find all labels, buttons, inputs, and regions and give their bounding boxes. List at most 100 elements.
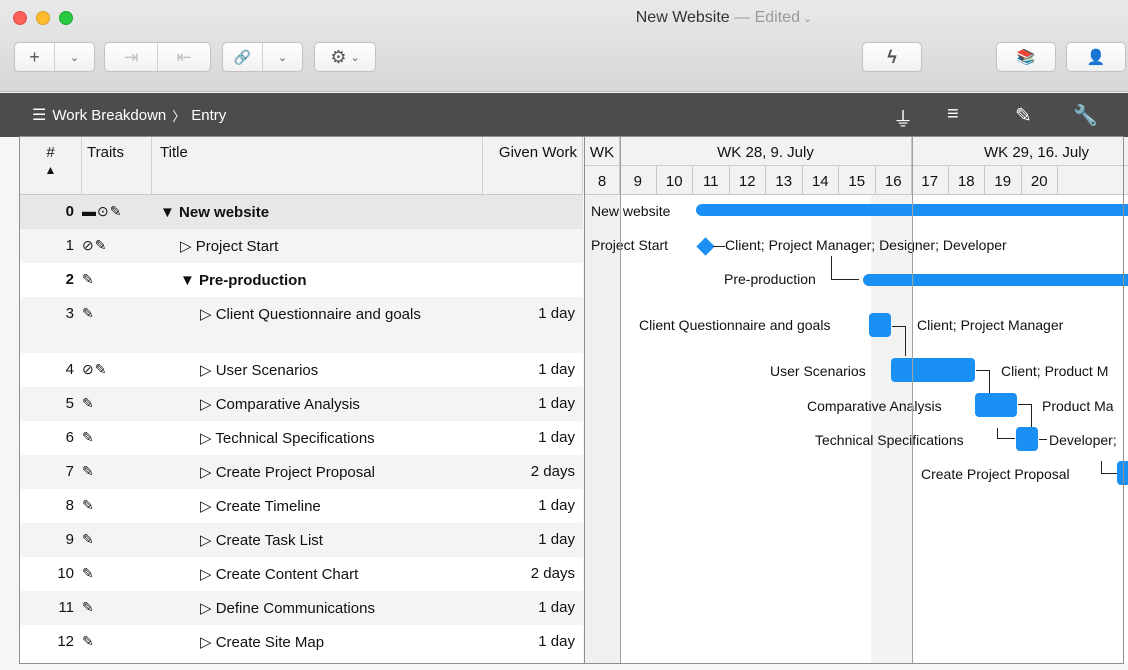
table-row[interactable]: 11 ✎ ▷ Define Communications 1 day (20, 591, 583, 625)
gantt-timeline-header: WK WK 28, 9. July WK 29, 16. July 8 9 10 11… (585, 137, 1128, 195)
add-icon[interactable]: + (15, 43, 54, 71)
row-given-work: 1 day (538, 361, 575, 378)
row-traits: ✎ (82, 305, 95, 321)
table-row[interactable]: 0 ▬⊙✎ ▼ New website (20, 195, 583, 229)
table-row[interactable]: 10 ✎ ▷ Create Content Chart 2 days (20, 557, 583, 591)
task-bar-technical-specifications[interactable] (1016, 427, 1038, 451)
filter-icon[interactable]: ⏚ (893, 103, 913, 132)
column-header-title[interactable]: Title (152, 137, 483, 195)
table-row[interactable]: 8 ✎ ▷ Create Timeline 1 day (20, 489, 583, 523)
row-traits: ⊘✎ (82, 237, 108, 253)
day-header: 8 (585, 166, 620, 195)
wrench-icon[interactable]: 🔧 (1073, 103, 1098, 128)
day-header: 20 (1022, 166, 1058, 195)
link-button-group[interactable]: 🔗 ⌄ (222, 42, 303, 72)
gantt-body[interactable]: New website Project Start Client; Projec… (585, 195, 1128, 663)
task-bar-create-project-proposal[interactable] (1117, 461, 1128, 485)
row-title[interactable]: ▷ Create Site Map (160, 633, 470, 653)
gantt-label-create-project-proposal: Create Project Proposal (921, 466, 1070, 482)
gantt-label-user-scenarios: User Scenarios (770, 363, 866, 379)
summary-bar-pre-production[interactable] (863, 274, 1128, 286)
breadcrumb: ☰ Work Breakdown 〉 Entry (32, 105, 226, 125)
lightning-button[interactable]: ϟ (862, 42, 922, 72)
library-button[interactable]: 📚 (996, 42, 1056, 72)
column-header-traits[interactable]: Traits (82, 137, 152, 195)
table-row[interactable]: 9 ✎ ▷ Create Task List 1 day (20, 523, 583, 557)
row-title[interactable]: ▼ Pre-production (160, 271, 470, 291)
chevron-down-icon[interactable]: ⌄ (262, 43, 302, 71)
task-bar-user-scenarios[interactable] (891, 358, 975, 382)
row-traits: ✎ (82, 497, 95, 513)
gantt-icon[interactable]: ≡ (947, 103, 959, 126)
row-title[interactable]: ▷ Client Questionnaire and goals (160, 305, 470, 325)
action-menu-button[interactable]: ⚙ ⌄ (314, 42, 376, 72)
row-number: 6 (65, 429, 74, 446)
row-traits: ✎ (82, 271, 95, 287)
brush-icon[interactable]: ✎ (1015, 103, 1032, 128)
row-number: 5 (65, 395, 74, 412)
row-traits: ✎ (82, 599, 95, 615)
view-header: ☰ Work Breakdown 〉 Entry ⏚ ≡ ✎ 🔧 (0, 93, 1128, 137)
dependency-link (831, 256, 859, 280)
row-given-work: 1 day (538, 633, 575, 650)
row-traits: ✎ (82, 463, 95, 479)
table-row[interactable]: 7 ✎ ▷ Create Project Proposal 2 days (20, 455, 583, 489)
table-row[interactable]: 3 ✎ ▷ Client Questionnaire and goals 1 day (20, 297, 583, 353)
weekend-shade (585, 195, 620, 663)
table-row[interactable]: 2 ✎ ▼ Pre-production (20, 263, 583, 297)
row-given-work: 1 day (538, 395, 575, 412)
indent-icon[interactable]: ⇥ (105, 43, 157, 71)
user-icon: 👤 (1086, 49, 1106, 66)
row-title[interactable]: ▷ Create Task List (160, 531, 470, 551)
row-title[interactable]: ▷ Comparative Analysis (160, 395, 470, 415)
dependency-link (1101, 461, 1117, 474)
breadcrumb-entry[interactable]: Entry (191, 107, 226, 124)
row-traits: ⊘✎ (82, 361, 108, 377)
row-given-work: 1 day (538, 429, 575, 446)
table-row[interactable]: 5 ✎ ▷ Comparative Analysis 1 day (20, 387, 583, 421)
row-given-work: 2 days (530, 565, 575, 582)
row-title[interactable]: ▷ Define Communications (160, 599, 470, 619)
resources-button[interactable]: 👤 (1066, 42, 1126, 72)
row-traits: ▬⊙✎ (82, 203, 123, 219)
gantt-label-comparative-analysis: Comparative Analysis (807, 398, 942, 414)
dependency-link (997, 428, 1015, 439)
milestone-project-start[interactable] (696, 237, 715, 256)
row-given-work: 1 day (538, 305, 575, 322)
breadcrumb-work-breakdown[interactable]: Work Breakdown (52, 107, 166, 124)
row-title[interactable]: ▼ New website (160, 203, 470, 223)
task-bar-client-questionnaire[interactable] (869, 313, 891, 337)
row-number: 8 (65, 497, 74, 514)
row-title[interactable]: ▷ Create Timeline (160, 497, 470, 517)
add-task-button-group[interactable]: + ⌄ (14, 42, 95, 72)
indent-button-group[interactable]: ⇥ ⇤ (104, 42, 211, 72)
outdent-icon[interactable]: ⇤ (157, 43, 210, 71)
window-title[interactable]: New Website — Edited ⌄ (0, 9, 1128, 27)
chevron-down-icon: ⌄ (799, 13, 813, 25)
row-title[interactable]: ▷ Create Project Proposal (160, 463, 470, 483)
table-row[interactable]: 6 ✎ ▷ Technical Specifications 1 day (20, 421, 583, 455)
link-icon[interactable]: 🔗 (223, 43, 262, 71)
column-header-number[interactable]: # ▲ (20, 137, 82, 195)
gantt-resources-technical-specifications: Developer; (1049, 432, 1117, 448)
row-title[interactable]: ▷ Project Start (160, 237, 470, 257)
table-row[interactable]: 1 ⊘✎ ▷ Project Start (20, 229, 583, 263)
row-title[interactable]: ▷ User Scenarios (160, 361, 470, 381)
today-line (620, 137, 621, 663)
row-number: 3 (65, 305, 74, 322)
row-title[interactable]: ▷ Create Content Chart (160, 565, 470, 585)
week-divider (912, 137, 913, 663)
table-row[interactable]: 4 ⊘✎ ▷ User Scenarios 1 day (20, 353, 583, 387)
row-number: 4 (65, 361, 74, 378)
chevron-down-icon: ⌄ (350, 51, 360, 64)
column-header-given-work[interactable]: Given Work (483, 137, 583, 195)
row-title[interactable]: ▷ Technical Specifications (160, 429, 470, 449)
resource-connector (1039, 439, 1047, 440)
chevron-down-icon[interactable]: ⌄ (54, 43, 94, 71)
table-row[interactable]: 12 ✎ ▷ Create Site Map 1 day (20, 625, 583, 659)
row-number: 7 (65, 463, 74, 480)
column-headers: # ▲ Traits Title Given Work (20, 137, 583, 195)
week-header-28: WK 28, 9. July (620, 137, 912, 166)
task-bar-comparative-analysis[interactable] (975, 393, 1017, 417)
gantt-label-pre-production: Pre-production (724, 271, 816, 287)
